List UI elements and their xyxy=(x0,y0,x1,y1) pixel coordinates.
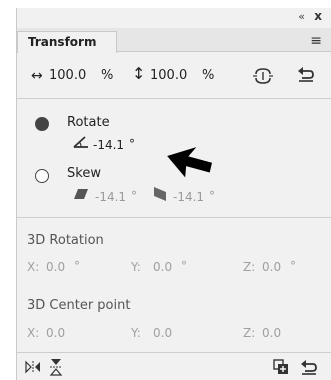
skew-horizontal-icon xyxy=(73,188,89,204)
vertical-scale-icon: ↕ xyxy=(132,64,146,83)
rotation-3d-x-value[interactable]: 0.0 xyxy=(46,260,65,274)
center-3d-z-value[interactable]: 0.0 xyxy=(262,326,281,340)
skew-radio[interactable] xyxy=(35,169,49,183)
transform-panel: « x Transform ≡ ↔ 100.0 % ↕ 100.0 % Rota… xyxy=(16,8,331,380)
rotation-3d-z-value[interactable]: 0.0 xyxy=(262,260,281,274)
flip-vertical-icon[interactable] xyxy=(49,358,63,380)
panel-top-bar: « x xyxy=(17,8,331,28)
horizontal-scale-icon: ↔ xyxy=(31,68,43,84)
tab-transform[interactable]: Transform xyxy=(17,31,117,53)
rotation-3d-x-label: X: xyxy=(27,260,40,274)
scale-row: ↔ 100.0 % ↕ 100.0 % xyxy=(17,53,331,99)
scale-width-unit: % xyxy=(101,68,114,83)
flip-horizontal-icon[interactable] xyxy=(25,360,41,378)
rotation-3d-z-label: Z: xyxy=(243,260,256,274)
reset-transform-icon[interactable] xyxy=(300,358,318,380)
scale-width-value[interactable]: 100.0 xyxy=(49,68,86,83)
center-3d-y-label: Y: xyxy=(131,326,141,340)
center-3d-x-label: X: xyxy=(27,326,40,340)
close-icon[interactable]: x xyxy=(314,9,322,23)
panel-menu-icon[interactable]: ≡ xyxy=(310,33,322,49)
tab-row: Transform ≡ xyxy=(17,28,331,53)
center-3d-title: 3D Center point xyxy=(27,298,131,313)
rotation-3d-y-unit: ° xyxy=(181,259,187,273)
rotation-3d-z-unit: ° xyxy=(290,259,296,273)
rotate-angle-icon xyxy=(73,135,89,153)
scale-height-unit: % xyxy=(202,68,215,83)
skew-label: Skew xyxy=(67,166,101,181)
rotation-3d-y-value[interactable]: 0.0 xyxy=(153,260,172,274)
rotate-unit: ° xyxy=(129,137,135,151)
rotation-3d-y-label: Y: xyxy=(131,260,141,274)
center-3d-z-label: Z: xyxy=(243,326,256,340)
center-3d-x-value[interactable]: 0.0 xyxy=(46,326,65,340)
center-3d-y-value[interactable]: 0.0 xyxy=(153,326,172,340)
rotation-3d-section: 3D Rotation X: 0.0 ° Y: 0.0 ° Z: 0.0 ° xyxy=(17,218,331,288)
duplicate-transform-icon[interactable] xyxy=(273,359,289,379)
constrain-link-icon[interactable] xyxy=(252,66,274,90)
reset-scale-icon[interactable] xyxy=(297,65,315,87)
rotate-value[interactable]: -14.1 xyxy=(93,138,124,152)
skew-horizontal-value[interactable]: -14.1 xyxy=(95,190,126,204)
center-3d-section: 3D Center point X: 0.0 Y: 0.0 Z: 0.0 xyxy=(17,286,331,352)
scale-height-value[interactable]: 100.0 xyxy=(150,68,187,83)
bottom-toolbar xyxy=(17,355,331,380)
rotation-3d-title: 3D Rotation xyxy=(27,233,104,248)
skew-vertical-value[interactable]: -14.1 xyxy=(173,190,204,204)
mouse-pointer-icon xyxy=(167,147,212,178)
bottom-divider xyxy=(17,352,331,353)
rotate-radio[interactable] xyxy=(35,117,49,131)
skew-horizontal-unit: ° xyxy=(131,189,137,203)
rotate-label: Rotate xyxy=(67,115,110,130)
double-chevron-left-icon[interactable]: « xyxy=(298,10,305,23)
rotation-3d-x-unit: ° xyxy=(74,259,80,273)
